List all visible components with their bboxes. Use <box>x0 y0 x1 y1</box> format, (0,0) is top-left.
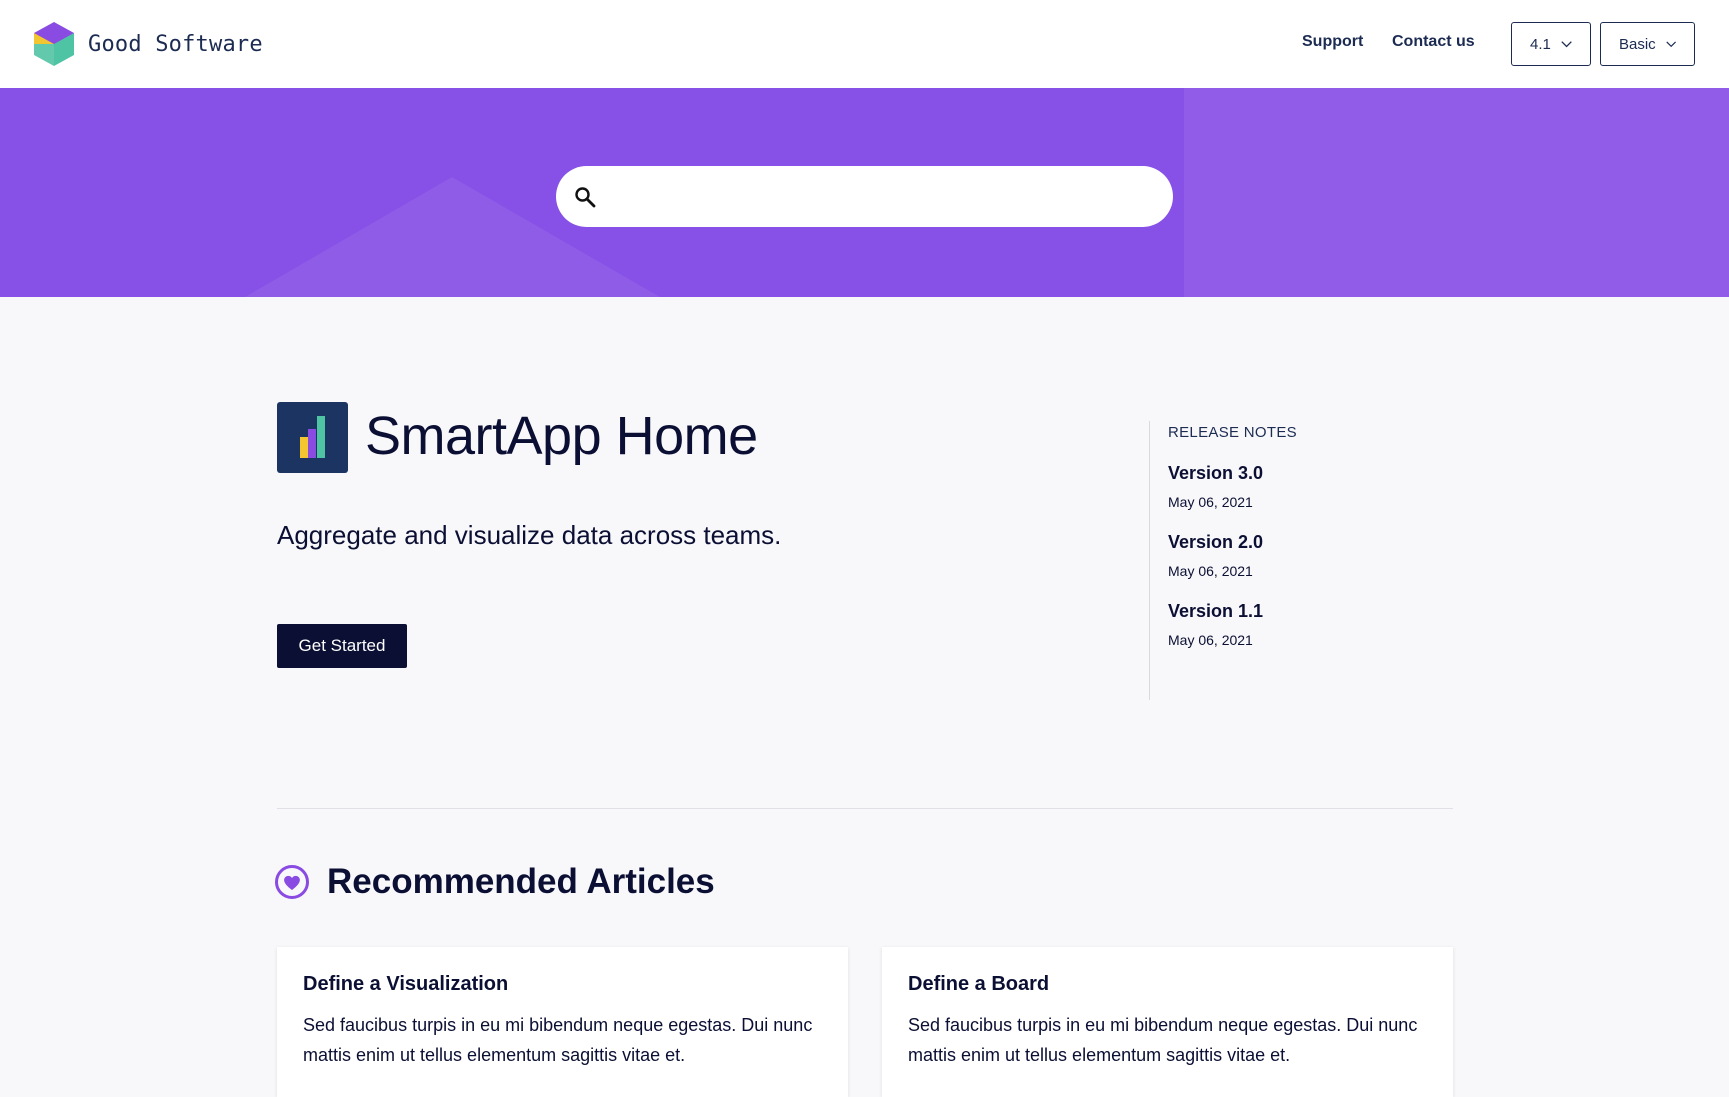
release-notes-heading: RELEASE NOTES <box>1168 424 1297 441</box>
release-note-item[interactable]: Version 1.1 May 06, 2021 <box>1168 601 1449 648</box>
bar-chart-icon <box>300 416 325 458</box>
get-started-button[interactable]: Get Started <box>277 624 407 668</box>
chevron-down-icon <box>1666 41 1676 47</box>
heart-icon <box>275 865 309 899</box>
recommended-heading: Recommended Articles <box>327 862 715 901</box>
article-card-text: Sed faucibus turpis in eu mi bibendum ne… <box>908 1015 1418 1065</box>
hexagon-logo-icon <box>34 22 74 66</box>
release-version[interactable]: Version 2.0 <box>1168 532 1449 553</box>
top-header: Good Software Support Contact us 4.1 Bas… <box>0 0 1729 88</box>
hero-panel <box>1184 88 1729 297</box>
hero-banner <box>0 88 1729 297</box>
nav-contact-link[interactable]: Contact us <box>1392 33 1475 51</box>
nav-support-link[interactable]: Support <box>1302 33 1363 51</box>
article-card[interactable]: Define a Visualization Sed faucibus turp… <box>277 947 848 1097</box>
release-version[interactable]: Version 1.1 <box>1168 601 1449 622</box>
article-card-title[interactable]: Define a Visualization <box>303 973 822 996</box>
app-icon <box>277 402 348 473</box>
section-divider <box>277 808 1453 809</box>
release-note-item[interactable]: Version 2.0 May 06, 2021 <box>1168 532 1449 579</box>
brand-name: Good Software <box>88 31 263 57</box>
release-version[interactable]: Version 3.0 <box>1168 463 1449 484</box>
search-bar[interactable] <box>556 166 1173 227</box>
search-icon <box>575 186 596 207</box>
plan-dropdown-value: Basic <box>1619 35 1656 53</box>
page-title: SmartApp Home <box>365 406 758 466</box>
chevron-down-icon <box>1561 40 1572 47</box>
release-date: May 06, 2021 <box>1168 494 1253 510</box>
version-dropdown[interactable]: 4.1 <box>1511 22 1591 66</box>
release-date: May 06, 2021 <box>1168 632 1253 648</box>
release-notes-panel: RELEASE NOTES Version 3.0 May 06, 2021 V… <box>1149 421 1449 700</box>
release-note-item[interactable]: Version 3.0 May 06, 2021 <box>1168 463 1449 510</box>
release-date: May 06, 2021 <box>1168 563 1253 579</box>
version-dropdown-value: 4.1 <box>1530 35 1551 53</box>
search-input[interactable] <box>608 186 1148 207</box>
plan-dropdown[interactable]: Basic <box>1600 22 1695 66</box>
page-subtitle: Aggregate and visualize data across team… <box>277 520 782 550</box>
brand-logo[interactable]: Good Software <box>34 22 263 66</box>
article-card[interactable]: Define a Board Sed faucibus turpis in eu… <box>882 947 1453 1097</box>
article-card-text: Sed faucibus turpis in eu mi bibendum ne… <box>303 1015 813 1065</box>
article-card-title[interactable]: Define a Board <box>908 973 1427 996</box>
